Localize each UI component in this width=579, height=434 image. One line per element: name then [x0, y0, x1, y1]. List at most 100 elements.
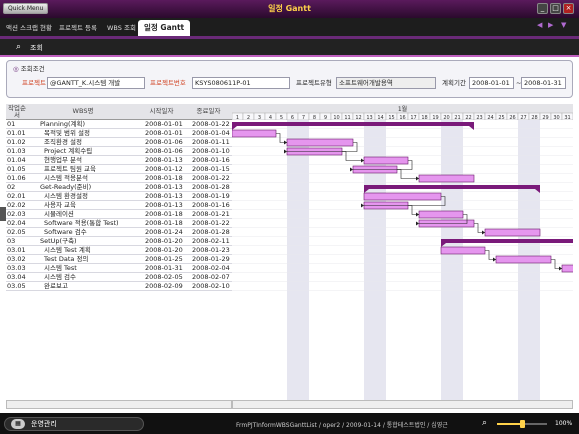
tab-project-register[interactable]: 프로젝트 등록	[59, 22, 97, 34]
tab-gantt[interactable]: 일정 Gantt	[138, 20, 191, 36]
table-row[interactable]: 01 Planning(계획) 2008-01-01 2008-01-22	[6, 120, 232, 129]
table-row[interactable]: 02.03 시뮬레이션 2008-01-18 2008-01-21	[6, 210, 232, 219]
grid-cell-wbs: 시스템 검수	[44, 273, 76, 281]
grid-cell-seq: 01.06	[7, 174, 26, 182]
dependency-link	[342, 151, 364, 161]
query-header: ⌕ 조회	[0, 39, 579, 55]
table-row[interactable]: 03 SetUp(구축) 2008-01-20 2008-02-11	[6, 237, 232, 246]
grid-cell-wbs: Project 계획수립	[44, 147, 93, 155]
table-row[interactable]: 01.05 프로젝트 팀원 교육 2008-01-12 2008-01-15	[6, 165, 232, 174]
table-row[interactable]: 01.04 현행업무 분석 2008-01-13 2008-01-16	[6, 156, 232, 165]
task-bar	[363, 192, 442, 201]
panel-splitter-handle[interactable]	[0, 207, 6, 221]
task-bar	[495, 255, 552, 264]
period-to-field[interactable]: 2008-01-31	[521, 77, 566, 89]
grid-cell-end: 2008-01-15	[192, 165, 230, 173]
task-bar	[561, 264, 573, 273]
operation-menu-button[interactable]: ▦ 운영관리	[4, 417, 144, 431]
table-row[interactable]: 01.02 조직환경 설정 2008-01-06 2008-01-11	[6, 138, 232, 147]
summary-bar-start-cap	[232, 126, 237, 130]
project-type-label: 프로젝트유형	[296, 79, 332, 87]
period-from-field[interactable]: 2008-01-01	[469, 77, 514, 89]
tab-next-icon[interactable]: ▶	[548, 21, 553, 29]
grid-cell-end: 2008-02-07	[192, 273, 230, 281]
grid-cell-end: 2008-01-22	[192, 174, 230, 182]
search-icon[interactable]: ⌕	[482, 418, 487, 428]
close-icon[interactable]: ×	[563, 3, 574, 14]
grid-cell-seq: 01.04	[7, 156, 26, 164]
column-header-end[interactable]: 종료일자	[185, 104, 232, 120]
column-header-start[interactable]: 시작일자	[138, 104, 185, 120]
table-row[interactable]: 01.03 Project 계획수립 2008-01-06 2008-01-10	[6, 147, 232, 156]
table-row[interactable]: 01.06 시스템 적용분석 2008-01-18 2008-01-22	[6, 174, 232, 183]
grid-cell-start: 2008-01-24	[145, 228, 183, 236]
project-no-label: 프로젝트번호	[150, 79, 186, 87]
grid-cell-start: 2008-01-13	[145, 192, 183, 200]
project-field[interactable]: @GANTT_K.시스템 개발	[47, 77, 145, 89]
grid-cell-start: 2008-01-06	[145, 147, 183, 155]
search-conditions-panel: ◎ 조회조건 프로젝트 @GANTT_K.시스템 개발 프로젝트번호 KSYS0…	[6, 60, 573, 98]
table-row[interactable]: 03.05 완료보고 2008-02-09 2008-02-10	[6, 282, 232, 291]
grid-cell-wbs: 시스템 환경설정	[44, 192, 88, 200]
minimize-icon[interactable]: _	[537, 3, 548, 14]
grid-cell-seq: 02.04	[7, 219, 26, 227]
grid-cell-end: 2008-01-28	[192, 183, 230, 191]
table-row[interactable]: 02.02 사용자 교육 2008-01-13 2008-01-16	[6, 201, 232, 210]
summary-bar	[364, 185, 540, 189]
grid-cell-seq: 01.03	[7, 147, 26, 155]
grid-cell-end: 2008-01-11	[192, 138, 230, 146]
grid-cell-seq: 03	[7, 237, 16, 245]
grid-cell-seq: 02	[7, 183, 16, 191]
column-header-wbs[interactable]: WBS명	[28, 104, 138, 120]
zoom-knob[interactable]	[520, 420, 525, 428]
table-row[interactable]: 03.01 시스템 Test 계획 2008-01-20 2008-01-23	[6, 246, 232, 255]
table-row[interactable]: 02 Get-Ready(준비) 2008-01-13 2008-01-28	[6, 183, 232, 192]
grid-cell-end: 2008-02-11	[192, 237, 230, 245]
tab-list-icon[interactable]: ▼	[561, 21, 566, 29]
table-row[interactable]: 02.05 Software 검수 2008-01-24 2008-01-28	[6, 228, 232, 237]
grid-cell-end: 2008-01-16	[192, 156, 230, 164]
tab-action-scrap[interactable]: 액션 스크랩 현황	[6, 22, 52, 34]
project-type-field[interactable]: 소프트웨어개발용역	[336, 77, 436, 89]
tab-prev-icon[interactable]: ◀	[537, 21, 542, 29]
grid-cell-start: 2008-01-18	[145, 210, 183, 218]
grid-cell-start: 2008-01-13	[145, 156, 183, 164]
grid-cell-start: 2008-01-13	[145, 201, 183, 209]
task-bar	[484, 228, 541, 237]
window-title: 일정 Gantt	[268, 4, 311, 13]
project-no-field[interactable]: KSYS080611P-01	[192, 77, 290, 89]
search-icon[interactable]: ⌕	[16, 42, 21, 52]
dependency-arrow	[559, 266, 562, 271]
grid-cell-end: 2008-02-10	[192, 282, 230, 290]
grid-horizontal-scrollbar[interactable]	[6, 400, 232, 409]
zoom-slider[interactable]	[497, 420, 547, 428]
grid-cell-wbs: Planning(계획)	[40, 120, 86, 128]
grid-cell-start: 2008-01-18	[145, 174, 183, 182]
table-row[interactable]: 02.01 시스템 환경설정 2008-01-13 2008-01-19	[6, 192, 232, 201]
dependency-arrow	[482, 230, 485, 235]
gantt-header: 1월 1 2 3 4 5 6 7 8 9 10 11 12 13 14 15 16 17 18 19 20 21 22 23 2…	[231, 104, 574, 121]
grid-cell-seq: 03.05	[7, 282, 26, 290]
grid-cell-start: 2008-01-01	[145, 120, 183, 128]
chart-horizontal-scrollbar[interactable]	[232, 400, 573, 409]
task-bar	[418, 210, 464, 219]
grid-cell-wbs: 조직환경 설정	[44, 138, 82, 146]
table-row[interactable]: 03.03 시스템 Test 2008-01-31 2008-02-04	[6, 264, 232, 273]
dependency-arrow	[493, 257, 496, 262]
table-row[interactable]: 02.04 Software 적용(통합 Test) 2008-01-18 2008-…	[6, 219, 232, 228]
column-header-seq[interactable]: 작업순서	[6, 104, 28, 120]
wbs-grid-header: 작업순서 WBS명 시작일자 종료일자	[6, 104, 232, 120]
grid-cell-seq: 01.05	[7, 165, 26, 173]
table-row[interactable]: 03.02 Test Data 정의 2008-01-25 2008-01-29	[6, 255, 232, 264]
maximize-icon[interactable]: □	[550, 3, 561, 14]
wbs-grid[interactable]: 01 Planning(계획) 2008-01-01 2008-01-22 01.01 목…	[6, 120, 232, 400]
grid-cell-end: 2008-01-21	[192, 210, 230, 218]
dependency-arrow	[416, 176, 419, 181]
status-bar: ▦ 운영관리 FrmPJTInformWBSGanttList / oper2 …	[0, 413, 579, 434]
table-row[interactable]: 01.01 목적및 범위 설정 2008-01-01 2008-01-04	[6, 129, 232, 138]
grid-cell-seq: 02.05	[7, 228, 26, 236]
table-row[interactable]: 03.04 시스템 검수 2008-02-05 2008-02-07	[6, 273, 232, 282]
dependency-link	[276, 133, 287, 143]
tab-wbs-query[interactable]: WBS 조회	[107, 22, 136, 34]
gantt-chart[interactable]	[232, 120, 573, 400]
